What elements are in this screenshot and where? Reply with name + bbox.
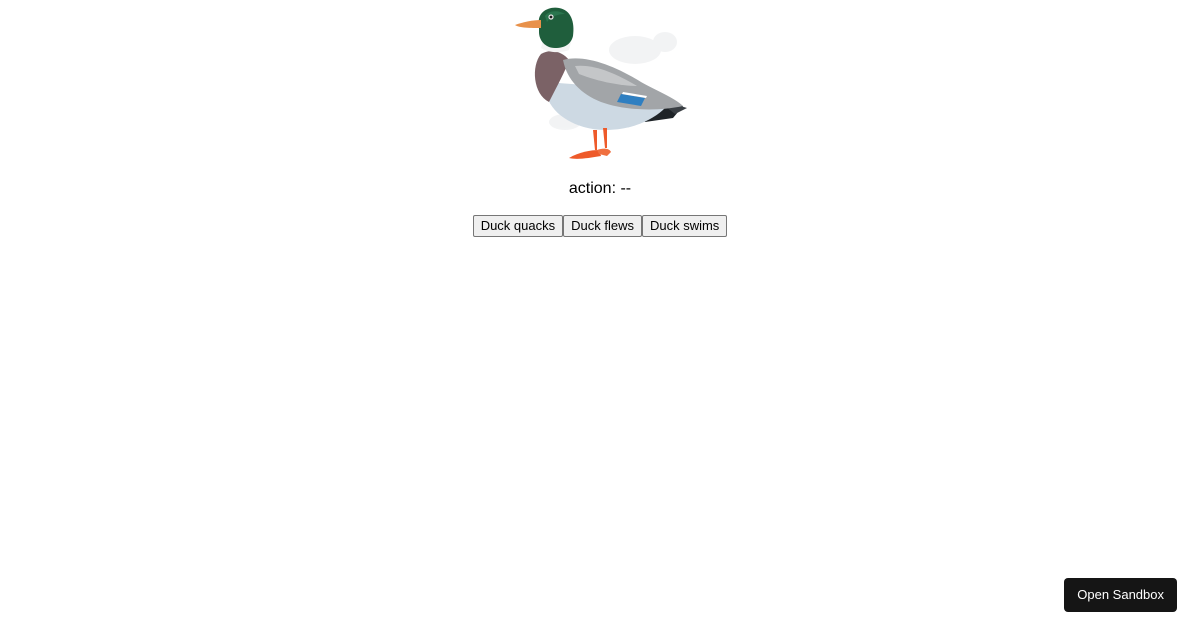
duck-quacks-button[interactable]: Duck quacks [472, 215, 564, 237]
duck-swims-button[interactable]: Duck swims [641, 215, 728, 237]
mallard-duck-icon [515, 7, 687, 159]
duck-flews-button[interactable]: Duck flews [563, 215, 642, 237]
page: action: -- Duck quacks Duck flews Duck swi… [0, 0, 1200, 630]
action-value: -- [620, 180, 632, 197]
action-buttons: Duck quacks Duck flews Duck swims [0, 215, 1200, 237]
action-status: action: -- [0, 180, 1200, 198]
open-sandbox-button[interactable]: Open Sandbox [1064, 578, 1177, 612]
duck-image [505, 2, 695, 164]
action-label: action: [568, 180, 617, 197]
